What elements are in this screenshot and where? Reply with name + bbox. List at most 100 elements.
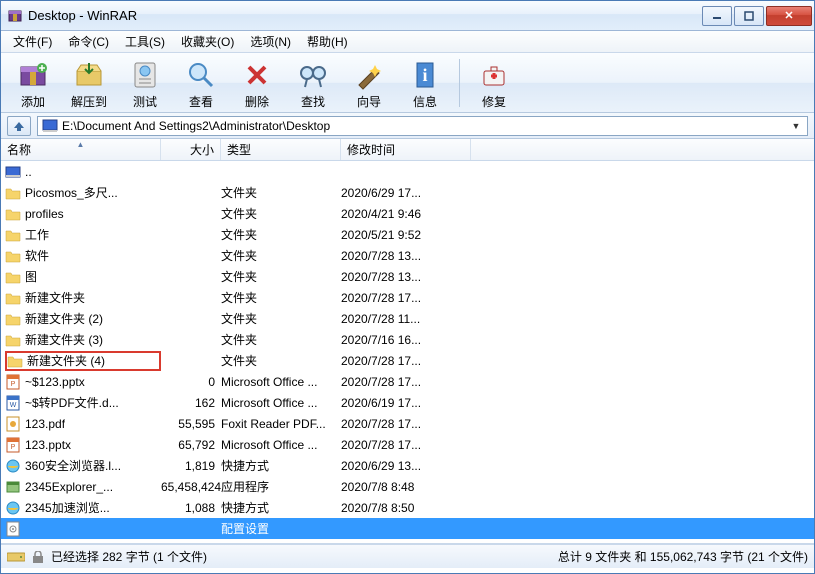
folder-icon [5, 311, 21, 327]
toolbar-info[interactable]: i 信息 [401, 56, 449, 110]
toolbar-extract[interactable]: 解压到 [65, 56, 113, 110]
file-name: 2345Explorer_... [25, 480, 113, 494]
cell-date: 2020/6/29 17... [341, 186, 471, 200]
toolbar-label: 添加 [21, 93, 45, 110]
find-icon [297, 59, 329, 91]
cell-name: 软件 [5, 247, 161, 264]
status-drive-icon [7, 551, 25, 563]
toolbar-wizard[interactable]: 向导 [345, 56, 393, 110]
cell-type: 文件夹 [221, 352, 341, 369]
maximize-button[interactable] [734, 6, 764, 26]
up-icon [5, 164, 21, 180]
file-row[interactable]: 新建文件夹 (4)文件夹2020/7/28 17... [1, 350, 814, 371]
cell-name: P~$123.pptx [5, 374, 161, 390]
menu-file[interactable]: 文件(F) [5, 31, 60, 52]
file-row[interactable]: 新建文件夹 (3)文件夹2020/7/16 16... [1, 329, 814, 350]
cell-name: 2345加速浏览... [5, 499, 161, 516]
file-list[interactable]: ..Picosmos_多尺...文件夹2020/6/29 17...profil… [1, 161, 814, 544]
cell-date: 2020/4/21 9:46 [341, 207, 471, 221]
col-name[interactable]: 名称 ▲ [1, 139, 161, 160]
cell-name: 新建文件夹 (4) [5, 351, 161, 371]
file-name: 软件 [25, 247, 49, 264]
delete-icon [241, 59, 273, 91]
cell-date: 2020/6/19 17... [341, 396, 471, 410]
toolbar-label: 测试 [133, 93, 157, 110]
file-row[interactable]: profiles文件夹2020/4/21 9:46 [1, 203, 814, 224]
toolbar-label: 查看 [189, 93, 213, 110]
file-name: 新建文件夹 [25, 289, 85, 306]
close-button[interactable]: ✕ [766, 6, 812, 26]
cell-size: 0 [161, 375, 221, 389]
col-label: 名称 [7, 141, 31, 158]
minimize-button[interactable] [702, 6, 732, 26]
file-row[interactable]: 2345加速浏览...1,088快捷方式2020/7/8 8:50 [1, 497, 814, 518]
toolbar-repair[interactable]: 修复 [470, 56, 518, 110]
file-row[interactable]: 123.pdf55,595Foxit Reader PDF...2020/7/2… [1, 413, 814, 434]
file-name: 360安全浏览器.l... [25, 457, 121, 474]
test-icon [129, 59, 161, 91]
archive-add-icon [17, 59, 49, 91]
cell-name [5, 521, 161, 537]
address-bar[interactable]: E:\Document And Settings2\Administrator\… [37, 116, 808, 136]
toolbar-label: 向导 [357, 93, 381, 110]
file-row[interactable]: Picosmos_多尺...文件夹2020/6/29 17... [1, 182, 814, 203]
menu-fav[interactable]: 收藏夹(O) [173, 31, 242, 52]
file-name: Picosmos_多尺... [25, 184, 118, 201]
cell-date: 2020/6/29 13... [341, 459, 471, 473]
cell-name: 新建文件夹 (2) [5, 310, 161, 327]
col-spacer [471, 139, 814, 160]
file-row[interactable]: 配置设置 [1, 518, 814, 539]
toolbar-test[interactable]: 测试 [121, 56, 169, 110]
svg-text:W: W [10, 402, 17, 409]
menu-commands[interactable]: 命令(C) [60, 31, 117, 52]
toolbar-add[interactable]: 添加 [9, 56, 57, 110]
up-button[interactable] [7, 116, 31, 136]
window-controls: ✕ [700, 6, 812, 26]
col-date[interactable]: 修改时间 [341, 139, 471, 160]
cell-date: 2020/7/28 13... [341, 270, 471, 284]
cell-date: 2020/7/28 17... [341, 375, 471, 389]
menu-options[interactable]: 选项(N) [242, 31, 299, 52]
folder-icon [5, 227, 21, 243]
cell-type: Microsoft Office ... [221, 396, 341, 410]
file-row[interactable]: 2345Explorer_...65,458,424应用程序2020/7/8 8… [1, 476, 814, 497]
status-left: 已经选择 282 字节 (1 个文件) [51, 548, 558, 565]
cell-type: 快捷方式 [221, 457, 341, 474]
file-row[interactable]: 新建文件夹文件夹2020/7/28 17... [1, 287, 814, 308]
toolbar-delete[interactable]: 删除 [233, 56, 281, 110]
toolbar-label: 解压到 [71, 93, 107, 110]
file-row[interactable]: 软件文件夹2020/7/28 13... [1, 245, 814, 266]
file-row[interactable]: 360安全浏览器.l...1,819快捷方式2020/6/29 13... [1, 455, 814, 476]
toolbar-find[interactable]: 查找 [289, 56, 337, 110]
toolbar-label: 查找 [301, 93, 325, 110]
extract-icon [73, 59, 105, 91]
file-name: 新建文件夹 (3) [25, 331, 103, 348]
file-row[interactable]: .. [1, 161, 814, 182]
cell-type: Microsoft Office ... [221, 375, 341, 389]
address-dropdown-icon[interactable]: ▼ [789, 121, 803, 131]
file-row[interactable]: W~$转PDF文件.d...162Microsoft Office ...202… [1, 392, 814, 413]
window-title: Desktop - WinRAR [28, 8, 700, 23]
col-type[interactable]: 类型 [221, 139, 341, 160]
cell-name: profiles [5, 206, 161, 222]
toolbar-view[interactable]: 查看 [177, 56, 225, 110]
col-size[interactable]: 大小 [161, 139, 221, 160]
cell-name: 工作 [5, 226, 161, 243]
title-bar: Desktop - WinRAR ✕ [1, 1, 814, 31]
file-row[interactable]: 图文件夹2020/7/28 13... [1, 266, 814, 287]
cell-name: 2345Explorer_... [5, 479, 161, 495]
file-row[interactable]: P123.pptx65,792Microsoft Office ...2020/… [1, 434, 814, 455]
cell-date: 2020/7/28 11... [341, 312, 471, 326]
cell-type: 文件夹 [221, 310, 341, 327]
toolbar: 添加 解压到 测试 查看 删除 查找 向导 i 信息 修复 [1, 53, 814, 113]
menu-help[interactable]: 帮助(H) [299, 31, 356, 52]
file-row[interactable]: 工作文件夹2020/5/21 9:52 [1, 224, 814, 245]
file-row[interactable]: 新建文件夹 (2) 文件夹2020/7/28 11... [1, 308, 814, 329]
cell-type: 文件夹 [221, 247, 341, 264]
cell-date: 2020/5/21 9:52 [341, 228, 471, 242]
cell-name: .. [5, 164, 161, 180]
column-headers: 名称 ▲ 大小 类型 修改时间 [1, 139, 814, 161]
menu-tools[interactable]: 工具(S) [117, 31, 173, 52]
cell-name: Picosmos_多尺... [5, 184, 161, 201]
file-row[interactable]: P~$123.pptx0Microsoft Office ...2020/7/2… [1, 371, 814, 392]
